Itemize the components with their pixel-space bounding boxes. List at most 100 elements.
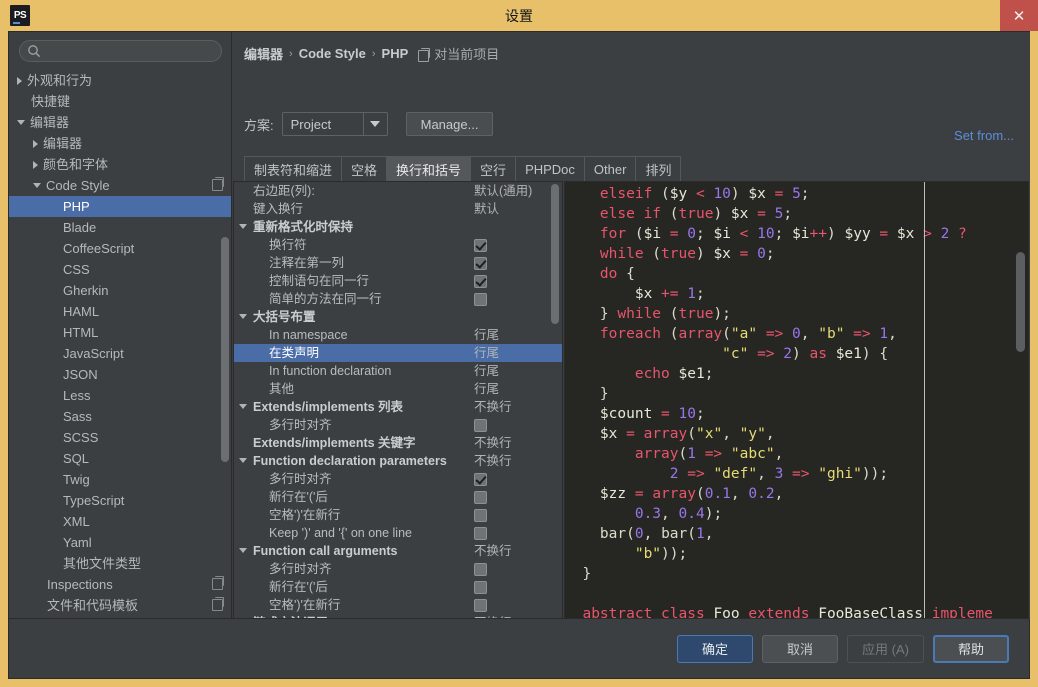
close-icon[interactable]: ✕ [1000, 0, 1038, 31]
tab-bar[interactable]: 制表符和缩进 空格 换行和括号 空行 PHPDoc Other 排列 [244, 155, 682, 181]
copy-icon[interactable] [212, 576, 224, 590]
option-value[interactable]: 不换行 [474, 434, 512, 452]
sidebar-item-coffeescript[interactable]: CoffeeScript [9, 238, 231, 259]
option-checkbox[interactable] [474, 527, 487, 540]
tab-空行[interactable]: 空行 [470, 156, 517, 181]
option-value[interactable]: 默认 [474, 200, 499, 218]
code-preview[interactable]: elseif ($y < 10) $x = 5; else if (true) … [565, 182, 1028, 637]
option-row[interactable]: 简单的方法在同一行 [234, 290, 562, 308]
search-input[interactable] [19, 40, 222, 62]
chevron-right-icon[interactable] [17, 76, 22, 85]
manage-button[interactable]: Manage... [405, 112, 494, 136]
tab-换行和括号[interactable]: 换行和括号 [386, 156, 472, 181]
chevron-down-icon[interactable] [239, 224, 247, 229]
option-value[interactable]: 不换行 [474, 398, 512, 416]
option-checkbox[interactable] [474, 257, 487, 270]
sidebar-item-[interactable]: 颜色和字体 [9, 154, 231, 175]
option-checkbox[interactable] [474, 581, 487, 594]
option-value[interactable]: 行尾 [474, 344, 499, 362]
option-row[interactable]: 注释在第一列 [234, 254, 562, 272]
settings-tree[interactable]: 外观和行为 快捷键 编辑器 编辑器 颜色和字体 Code Style PHP Blade Cof… [9, 70, 231, 619]
sidebar-item-code-style[interactable]: Code Style [9, 175, 231, 196]
sidebar-item-[interactable]: 外观和行为 [9, 70, 231, 91]
sidebar-item-xml[interactable]: XML [9, 511, 231, 532]
dialog-button-normal[interactable]: 取消 [762, 634, 839, 663]
option-row[interactable]: 右边距(列): 默认(通用) [234, 182, 562, 200]
option-row[interactable]: 换行符 [234, 236, 562, 254]
option-row[interactable]: Extends/implements 列表 不换行 [234, 398, 562, 416]
chevron-right-icon[interactable] [33, 139, 38, 148]
option-value[interactable]: 行尾 [474, 326, 499, 344]
code-vertical-scrollbar[interactable] [1016, 252, 1025, 352]
sidebar-item-inspections[interactable]: Inspections [9, 574, 231, 595]
option-row[interactable]: 在类声明 行尾 [234, 344, 562, 362]
sidebar-item-less[interactable]: Less [9, 385, 231, 406]
sidebar-item-json[interactable]: JSON [9, 364, 231, 385]
scheme-select[interactable]: Project [281, 112, 388, 136]
copy-icon[interactable] [212, 597, 224, 611]
breadcrumb-part[interactable]: 编辑器 [244, 44, 283, 63]
option-row[interactable]: In namespace 行尾 [234, 326, 562, 344]
sidebar-item-haml[interactable]: HAML [9, 301, 231, 322]
option-checkbox[interactable] [474, 275, 487, 288]
option-row[interactable]: 键入换行 默认 [234, 200, 562, 218]
sidebar-item-[interactable]: 编辑器 [9, 133, 231, 154]
option-row[interactable]: Extends/implements 关键字 不换行 [234, 434, 562, 452]
tab-空格[interactable]: 空格 [341, 156, 388, 181]
set-from-link[interactable]: Set from... [954, 128, 1014, 143]
option-row[interactable]: 多行时对齐 [234, 416, 562, 434]
option-value[interactable]: 默认(通用) [474, 182, 532, 200]
option-value[interactable]: 行尾 [474, 362, 499, 380]
option-row[interactable]: Function call arguments 不换行 [234, 542, 562, 560]
sidebar-item-sass[interactable]: Sass [9, 406, 231, 427]
chevron-down-icon[interactable] [239, 548, 247, 553]
option-checkbox[interactable] [474, 293, 487, 306]
breadcrumb-part[interactable]: Code Style [299, 46, 366, 61]
chevron-right-icon[interactable] [33, 160, 38, 169]
copy-icon[interactable] [212, 177, 224, 191]
option-value[interactable]: 不换行 [474, 542, 512, 560]
option-value[interactable]: 行尾 [474, 380, 499, 398]
tab-PHPDoc[interactable]: PHPDoc [515, 156, 585, 181]
dialog-button-default[interactable]: 确定 [677, 634, 754, 663]
tab-制表符和缩进[interactable]: 制表符和缩进 [244, 156, 343, 181]
sidebar-item-javascript[interactable]: JavaScript [9, 343, 231, 364]
option-row[interactable]: In function declaration 行尾 [234, 362, 562, 380]
option-checkbox[interactable] [474, 419, 487, 432]
sidebar-item-twig[interactable]: Twig [9, 469, 231, 490]
option-row[interactable]: Function declaration parameters 不换行 [234, 452, 562, 470]
sidebar-item-html[interactable]: HTML [9, 322, 231, 343]
sidebar-item-blade[interactable]: Blade [9, 217, 231, 238]
option-row[interactable]: 多行时对齐 [234, 560, 562, 578]
sidebar-scrollbar[interactable] [221, 237, 229, 462]
sidebar-item-gherkin[interactable]: Gherkin [9, 280, 231, 301]
option-row[interactable]: 控制语句在同一行 [234, 272, 562, 290]
sidebar-item-scss[interactable]: SCSS [9, 427, 231, 448]
sidebar-item-php[interactable]: PHP [9, 196, 231, 217]
option-checkbox[interactable] [474, 473, 487, 486]
option-checkbox[interactable] [474, 491, 487, 504]
option-row[interactable]: Keep ')' and '{' on one line [234, 524, 562, 542]
options-list[interactable]: 右边距(列): 默认(通用) 键入换行 默认 重新格式化时保持 换行符 注释在第一列 控制语句… [234, 182, 562, 650]
sidebar-item-typescript[interactable]: TypeScript [9, 490, 231, 511]
option-row[interactable]: 其他 行尾 [234, 380, 562, 398]
sidebar-item-yaml[interactable]: Yaml [9, 532, 231, 553]
option-row[interactable]: 新行在'('后 [234, 578, 562, 596]
sidebar-item-[interactable]: 文件和代码模板 [9, 595, 231, 616]
tab-排列[interactable]: 排列 [635, 156, 682, 181]
sidebar-item-[interactable]: 其他文件类型 [9, 553, 231, 574]
sidebar-item-css[interactable]: CSS [9, 259, 231, 280]
option-row[interactable]: 大括号布置 [234, 308, 562, 326]
chevron-down-icon[interactable] [33, 183, 41, 189]
option-row[interactable]: 空格')'在新行 [234, 596, 562, 614]
chevron-down-icon[interactable] [239, 404, 247, 409]
option-row[interactable]: 空格')'在新行 [234, 506, 562, 524]
chevron-down-icon[interactable] [239, 458, 247, 463]
sidebar-item-[interactable]: 快捷键 [9, 91, 231, 112]
dialog-button-focus[interactable]: 帮助 [933, 634, 1009, 663]
tab-Other[interactable]: Other [583, 156, 637, 181]
sidebar-item-[interactable]: 编辑器 [9, 112, 231, 133]
option-row[interactable]: 重新格式化时保持 [234, 218, 562, 236]
option-row[interactable]: 多行时对齐 [234, 470, 562, 488]
sidebar-item-sql[interactable]: SQL [9, 448, 231, 469]
